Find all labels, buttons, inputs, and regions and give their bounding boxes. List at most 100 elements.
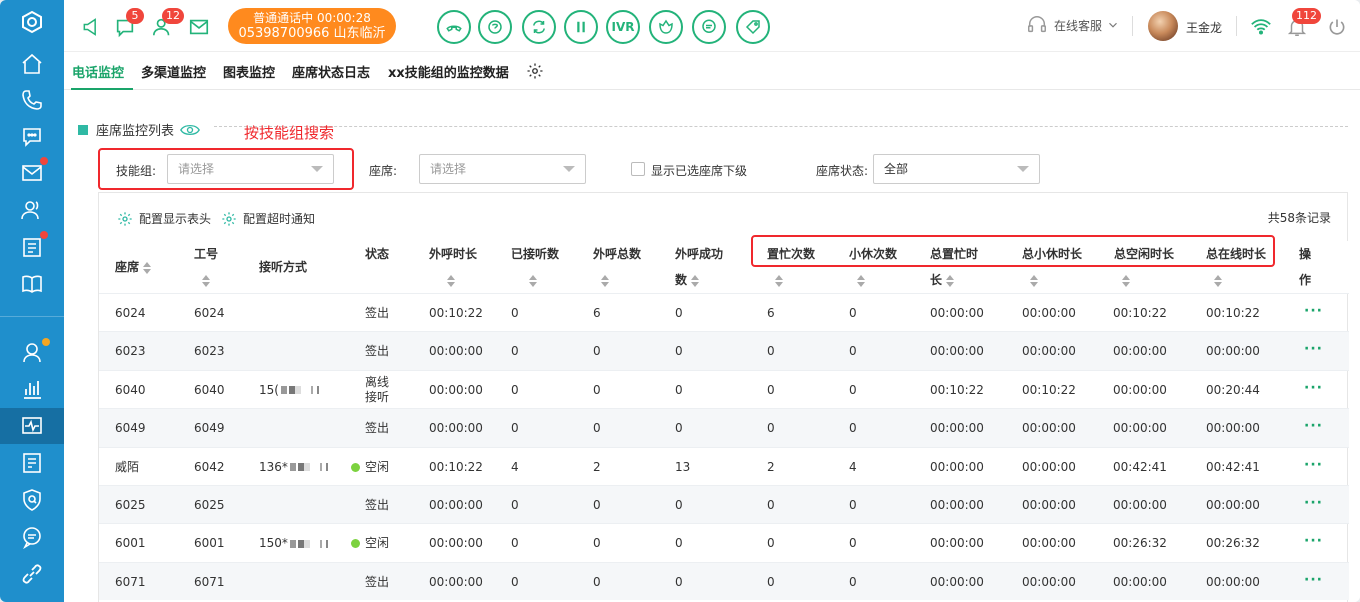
agent-icon[interactable] (0, 334, 64, 370)
row-action-more-button[interactable]: ··· (1304, 486, 1323, 520)
tab-settings-gear-icon[interactable] (526, 62, 544, 83)
col-job-no[interactable]: 工号 (194, 241, 218, 293)
col-total-online[interactable]: 总在线时长 (1206, 241, 1266, 293)
user-name[interactable]: 王金龙 (1186, 19, 1222, 36)
message-icon[interactable] (0, 519, 64, 555)
ticket-icon[interactable] (0, 229, 64, 265)
cell-answered: 0 (511, 306, 519, 320)
chat-icon[interactable] (0, 118, 64, 154)
agent-status-select[interactable]: 全部 (873, 154, 1040, 184)
cell-outbound-duration: 00:00:00 (429, 536, 483, 551)
col-total-busy[interactable]: 总置忙时长 (930, 241, 978, 293)
hold-button[interactable] (564, 10, 598, 44)
phone-icon[interactable] (0, 82, 64, 118)
sort-icon[interactable] (946, 274, 955, 287)
col-busy-count[interactable]: 置忙次数 (767, 241, 815, 293)
chat-notify-icon[interactable]: 5 (110, 8, 144, 42)
sort-icon[interactable] (529, 274, 537, 287)
cell-total-idle: 00:26:32 (1113, 536, 1167, 551)
report-icon[interactable] (0, 445, 64, 481)
mail-icon[interactable] (0, 155, 64, 191)
table-row[interactable]: 6001 6001 150* 空闲 00:00:00 0 0 0 0 0 00:00:00 00:00… (99, 523, 1349, 561)
show-subordinates-checkbox[interactable] (631, 162, 645, 176)
agent-placeholder: 请选择 (430, 162, 467, 176)
sort-icon[interactable] (143, 261, 152, 274)
bell-icon[interactable]: 112 (1282, 8, 1321, 42)
user-avatar[interactable] (1148, 11, 1178, 41)
table-row[interactable]: 6049 6049 签出 00:00:00 0 0 0 0 0 00:00:00 00:00:00 0… (99, 408, 1349, 447)
envelope-icon[interactable] (184, 12, 214, 42)
status-idle-dot (351, 539, 360, 549)
sort-icon[interactable] (1214, 274, 1222, 287)
tab-chart-monitor[interactable]: 图表监控 (223, 62, 275, 81)
transfer-button[interactable] (522, 10, 556, 44)
table-row[interactable]: 6024 6024 签出 00:10:22 0 6 0 6 0 00:00:00 00:00:00 0… (99, 293, 1349, 331)
knowledge-book-icon[interactable] (0, 266, 64, 302)
row-action-more-button[interactable]: ··· (1304, 294, 1323, 328)
power-icon[interactable] (1322, 12, 1352, 42)
sort-icon[interactable] (775, 274, 783, 287)
config-columns-button[interactable]: 配置显示表头 (117, 210, 211, 227)
quality-shield-icon[interactable] (0, 482, 64, 518)
config-timeout-button[interactable]: 配置超时通知 (221, 210, 315, 227)
notification-badge: 112 (1292, 8, 1321, 24)
col-outbound-duration[interactable]: 外呼时长 (429, 241, 477, 293)
row-action-more-button[interactable]: ··· (1304, 563, 1323, 597)
hangup-button[interactable] (437, 10, 471, 44)
row-action-more-button[interactable]: ··· (1304, 409, 1323, 443)
col-agent[interactable]: 座席 (115, 254, 152, 280)
sort-icon[interactable] (202, 274, 210, 287)
row-action-more-button[interactable]: ··· (1304, 448, 1323, 482)
ticket-unread-dot (40, 231, 48, 239)
col-break-count[interactable]: 小休次数 (849, 241, 897, 293)
row-action-more-button[interactable]: ··· (1304, 371, 1323, 405)
cell-agent: 6071 (115, 574, 146, 589)
sort-icon[interactable] (601, 274, 609, 287)
contacts-notify-icon[interactable]: 12 (148, 8, 184, 42)
sms-button[interactable] (692, 10, 726, 44)
cell-total-online: 00:00:00 (1206, 498, 1260, 512)
sort-icon[interactable] (1030, 274, 1038, 287)
eye-icon[interactable] (180, 122, 200, 138)
agent-select[interactable]: 请选择 (419, 154, 586, 184)
monitor-icon[interactable] (0, 408, 64, 444)
tab-agent-status-log[interactable]: 座席状态日志 (292, 62, 370, 81)
online-service-dropdown[interactable]: 在线客服 (1026, 14, 1120, 36)
bar-chart-icon[interactable] (0, 371, 64, 407)
tag-button[interactable] (736, 10, 770, 44)
row-action-more-button[interactable]: ··· (1304, 332, 1323, 366)
ivr-button[interactable]: IVR (606, 10, 640, 44)
table-row[interactable]: 威陌 6042 136* 空闲 00:10:22 4 2 13 2 4 00:00:00 00:00:… (99, 446, 1349, 486)
col-outbound-total[interactable]: 外呼总数 (593, 241, 641, 293)
col-answered-count[interactable]: 已接听数 (511, 241, 559, 293)
tab-multichannel-monitor[interactable]: 多渠道监控 (141, 62, 206, 81)
logo-icon (0, 4, 64, 40)
table-row[interactable]: 6071 6071 签出 00:00:00 0 0 0 0 0 00:00:00 00:00:00 0… (99, 561, 1349, 601)
satisfaction-button[interactable] (649, 10, 683, 44)
link-icon[interactable] (0, 556, 64, 592)
sort-icon[interactable] (447, 274, 455, 287)
home-icon[interactable] (0, 46, 64, 82)
sort-icon[interactable] (691, 274, 700, 287)
col-outbound-success[interactable]: 外呼成功数 (675, 241, 723, 293)
tab-skill-group-monitor[interactable]: xx技能组的监控数据 (388, 62, 509, 81)
col-total-idle[interactable]: 总空闲时长 (1114, 241, 1174, 293)
cell-total-idle: 00:42:41 (1113, 459, 1167, 474)
table-row[interactable]: 6040 6040 15(离线 接听 00:00:00 0 0 0 0 0 00:10:22 00:1… (99, 369, 1349, 408)
consult-button[interactable] (478, 10, 512, 44)
row-action-more-button[interactable]: ··· (1304, 524, 1323, 558)
table-row[interactable]: 6023 6023 签出 00:00:00 0 0 0 0 0 00:00:00 00:00:00 0… (99, 331, 1349, 370)
table-row[interactable]: 6025 6025 签出 00:00:00 0 0 0 0 0 00:00:00 00:00:00 0… (99, 485, 1349, 524)
cell-outbound-total: 6 (593, 306, 601, 320)
col-total-break[interactable]: 总小休时长 (1022, 241, 1082, 293)
tab-phone-monitor[interactable]: 电话监控 (72, 62, 124, 81)
sort-icon[interactable] (857, 274, 865, 287)
cell-total-busy: 00:00:00 (930, 574, 984, 589)
cell-phone: 136* (259, 448, 330, 486)
contacts-icon[interactable] (0, 192, 64, 228)
sort-icon[interactable] (1122, 274, 1130, 287)
skill-group-select[interactable]: 请选择 (167, 154, 334, 184)
volume-icon[interactable] (76, 12, 106, 42)
cell-agent: 6001 (115, 536, 146, 551)
call-status-pill[interactable]: 普通通话中 00:00:28 05398700966 山东临沂 (228, 8, 396, 44)
